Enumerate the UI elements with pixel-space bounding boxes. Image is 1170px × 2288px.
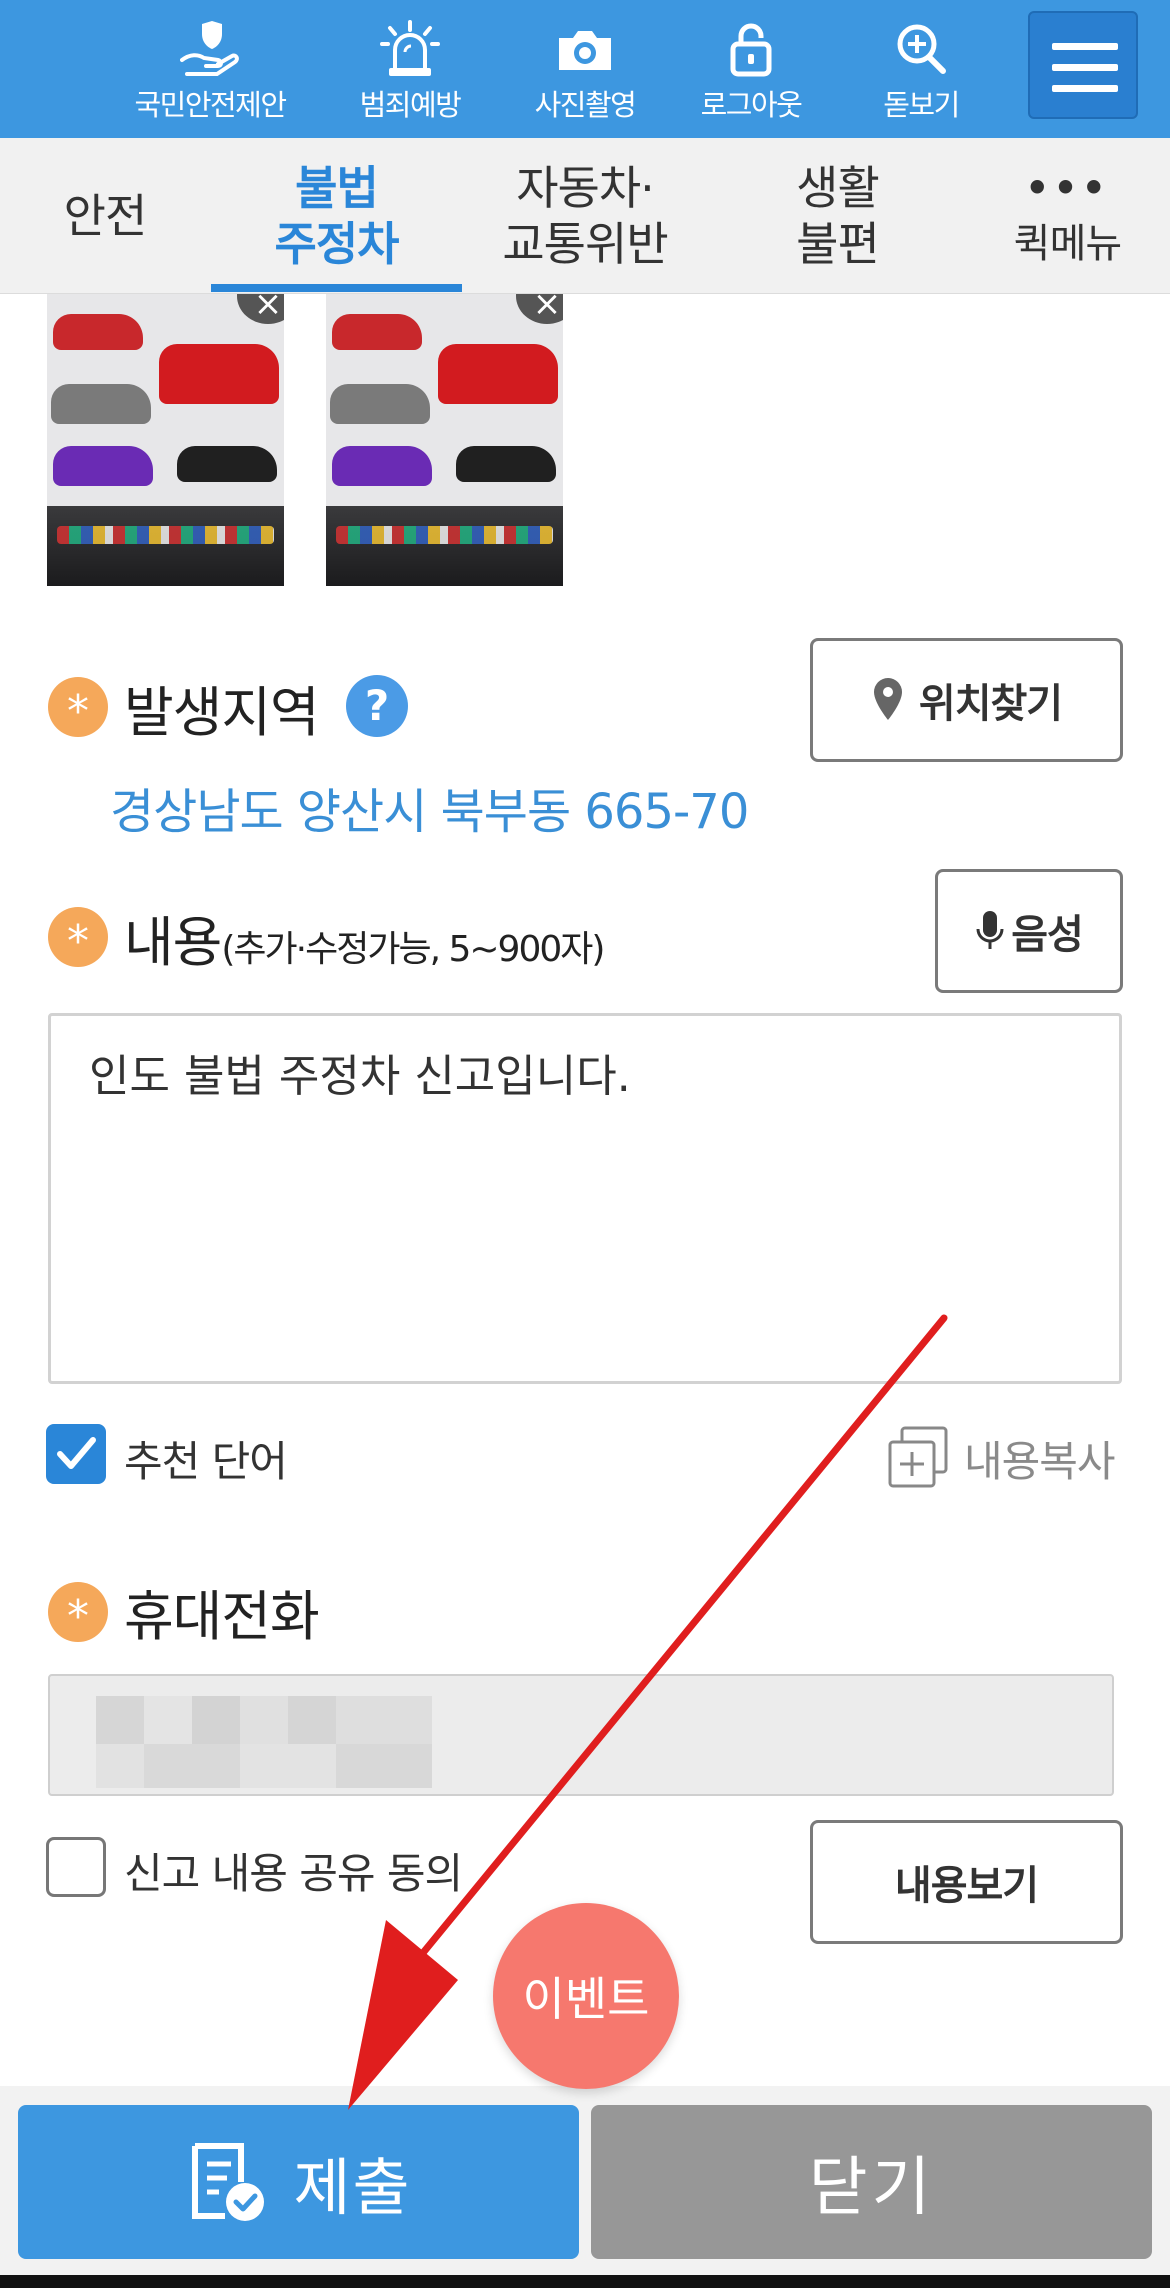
required-asterisk-icon: *	[48, 677, 108, 737]
toolbar-label: 돋보기	[883, 88, 960, 122]
unlock-icon	[730, 23, 772, 77]
content-label: 내용(추가·수정가능, 5~900자)	[124, 898, 605, 977]
tab-safety[interactable]: 안전	[30, 138, 180, 294]
tab-label: 자동차·	[516, 161, 655, 215]
active-tab-indicator	[211, 284, 462, 292]
copy-add-icon	[888, 1426, 948, 1488]
address-text: 경상남도 양산시 북부동 665-70	[110, 784, 749, 840]
hamburger-menu-icon[interactable]	[1028, 11, 1138, 119]
bottom-edge	[0, 2275, 1170, 2288]
share-consent-label: 신고 내용 공유 동의	[124, 1849, 463, 1898]
voice-input-label: 음성	[1011, 912, 1084, 958]
document-check-icon	[192, 2143, 265, 2221]
tab-living-inconvenience[interactable]: 생활 불편	[745, 138, 930, 294]
toolbar-crime-prevention[interactable]: 범죄예방	[325, 0, 495, 138]
submit-label: 제출	[293, 2151, 412, 2224]
magnifier-plus-icon	[897, 24, 946, 74]
tab-quick-menu[interactable]: ••• 퀵메뉴	[990, 138, 1145, 294]
close-button[interactable]: 닫기	[591, 2105, 1152, 2259]
toolbar-label: 사진촬영	[534, 88, 637, 122]
tab-traffic-violation[interactable]: 자동차· 교통위반	[470, 138, 700, 294]
toolbar-magnifier[interactable]: 돋보기	[836, 0, 1006, 138]
tab-label: 퀵메뉴	[1013, 221, 1122, 267]
top-toolbar: 국민안전제안 범죄예방 사진촬영 로그아웃 돋보기	[0, 0, 1170, 138]
photo-thumbnail[interactable]: ×	[326, 294, 563, 586]
toolbar-logout[interactable]: 로그아웃	[666, 0, 836, 138]
find-location-button[interactable]: 위치찾기	[810, 638, 1123, 762]
required-asterisk-icon: *	[48, 907, 108, 967]
find-location-label: 위치찾기	[918, 681, 1063, 727]
required-asterisk-icon: *	[48, 1582, 108, 1642]
menu-bar	[1052, 85, 1118, 92]
recommend-checkbox[interactable]	[46, 1424, 106, 1484]
checkmark-icon	[57, 1437, 96, 1469]
toolbar-label: 국민안전제안	[134, 88, 287, 122]
submit-button[interactable]: 제출	[18, 2105, 579, 2259]
share-consent-checkbox[interactable]	[46, 1837, 106, 1897]
microphone-icon	[976, 911, 1004, 949]
category-tabs: 안전 불법 주정차 자동차· 교통위반 생활 불편 ••• 퀵메뉴	[0, 138, 1170, 294]
toolbar-photo[interactable]: 사진촬영	[500, 0, 670, 138]
content-label-text: 내용	[124, 911, 222, 974]
location-pin-icon	[873, 678, 902, 720]
tab-label: 교통위반	[502, 217, 668, 271]
content-textarea[interactable]: 인도 불법 주정차 신고입니다.	[48, 1013, 1122, 1384]
content-text: 인도 불법 주정차 신고입니다.	[89, 1051, 631, 1102]
copy-content-button[interactable]: 내용복사	[886, 1426, 1126, 1490]
help-icon[interactable]: ?	[346, 675, 408, 737]
tab-label: 불편	[796, 217, 880, 271]
tab-label: 안전	[63, 189, 148, 243]
photo-thumbnail[interactable]: ×	[47, 294, 284, 586]
toolbar-safety-proposal[interactable]: 국민안전제안	[125, 0, 295, 138]
menu-bar	[1052, 64, 1118, 71]
view-content-button[interactable]: 내용보기	[810, 1820, 1123, 1944]
recommend-label: 추천 단어	[124, 1437, 288, 1486]
phone-label: 휴대전화	[124, 1585, 320, 1648]
toolbar-label: 로그아웃	[700, 88, 803, 122]
close-label: 닫기	[808, 2151, 935, 2225]
camera-icon	[559, 31, 611, 70]
toolbar-label: 범죄예방	[359, 88, 462, 122]
tab-label: 생활	[796, 161, 880, 215]
voice-input-button[interactable]: 음성	[935, 869, 1123, 993]
more-dots-icon: •••	[1025, 166, 1110, 210]
view-content-label: 내용보기	[894, 1863, 1039, 1909]
hand-shield-icon	[180, 21, 239, 76]
siren-icon	[380, 20, 440, 76]
copy-content-label: 내용복사	[964, 1437, 1116, 1486]
phone-input[interactable]	[48, 1674, 1114, 1796]
content-hint: (추가·수정가능, 5~900자)	[221, 929, 605, 970]
tab-label: 불법	[295, 161, 379, 215]
location-label: 발생지역	[124, 681, 320, 744]
tab-label: 주정차	[274, 217, 400, 271]
event-label: 이벤트	[522, 1972, 650, 2026]
tab-illegal-parking[interactable]: 불법 주정차	[211, 138, 462, 294]
event-badge[interactable]: 이벤트	[493, 1903, 679, 2089]
menu-bar	[1052, 43, 1118, 50]
